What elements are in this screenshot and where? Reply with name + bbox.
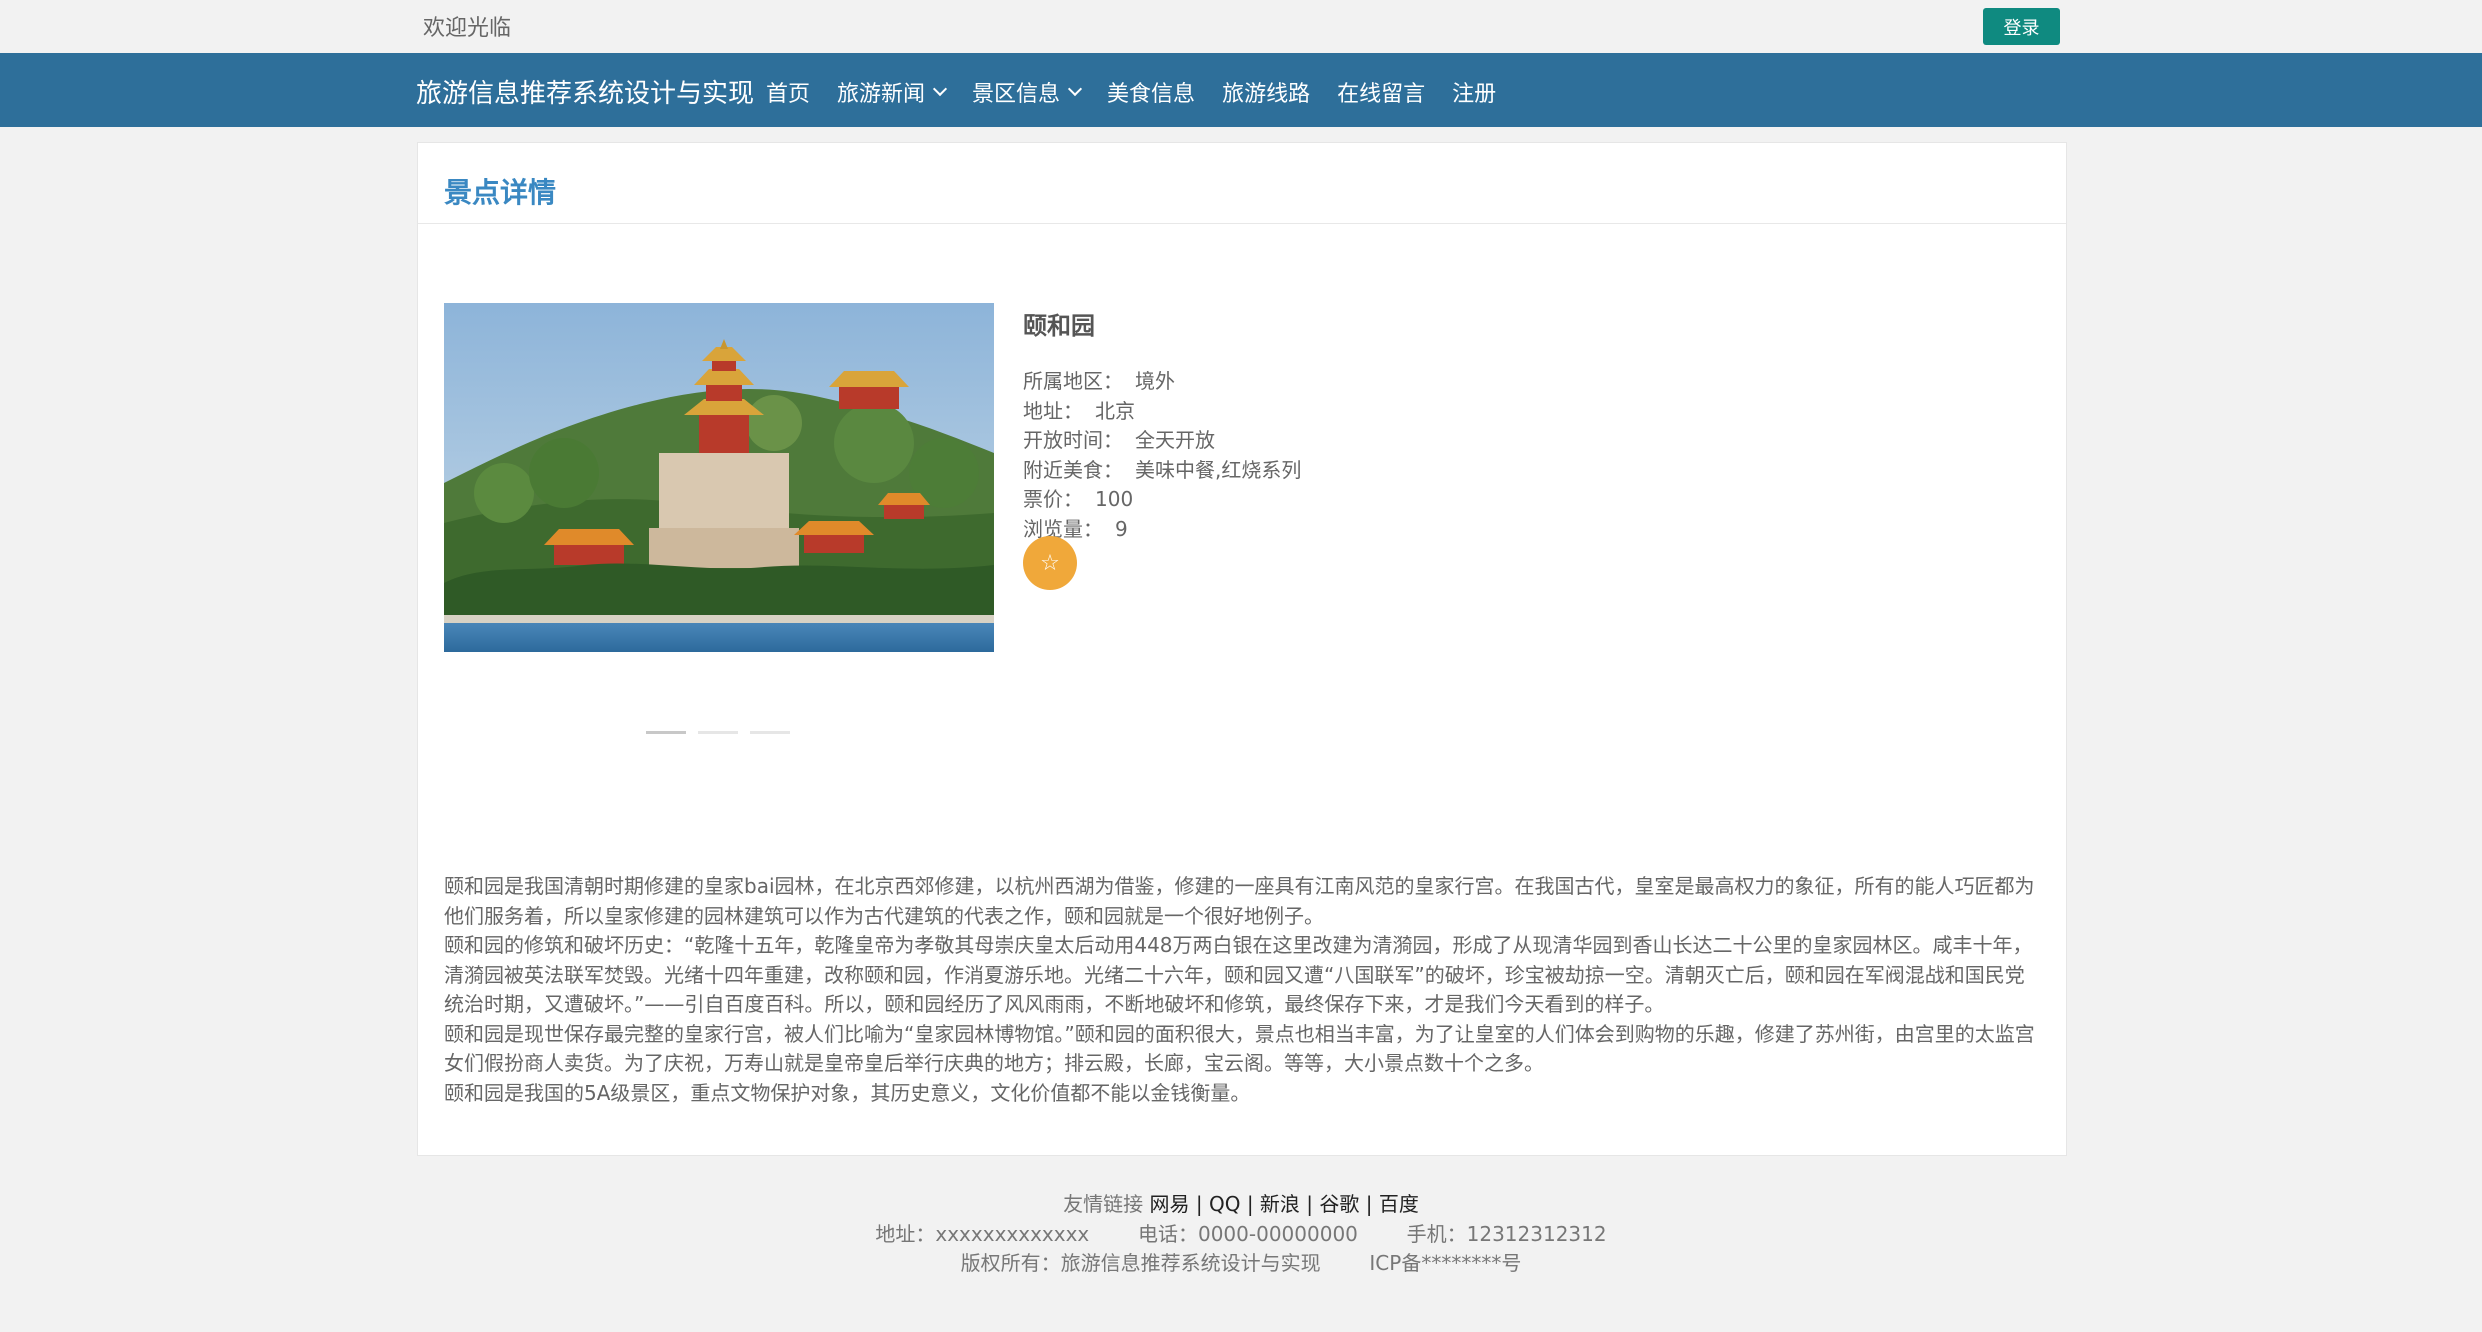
nav-item-register[interactable]: 注册 xyxy=(1452,76,1496,108)
description-paragraph: 颐和园的修筑和破坏历史：“乾隆十五年，乾隆皇帝为孝敬其母崇庆皇太后动用448万两… xyxy=(444,933,2033,1016)
nav-item-travel-routes[interactable]: 旅游线路 xyxy=(1222,76,1310,108)
nav-menu: 首页 旅游新闻 景区信息 美食信息 旅游线路 在线留言 注册 xyxy=(766,76,1523,108)
scenic-photo[interactable] xyxy=(444,303,994,652)
description-paragraph: 颐和园是我国清朝时期修建的皇家bai园林，在北京西郊修建，以杭州西湖为借鉴，修建… xyxy=(444,874,2035,928)
chevron-down-icon xyxy=(932,81,948,97)
detail-card: 景点详情 颐和园 所属地区： 境外 地址： 北京 开放时间： 全天开放 附近美食… xyxy=(417,142,2067,1156)
footer-copyright: 版权所有：旅游信息推荐系统设计与实现 xyxy=(960,1251,1321,1275)
contact-info: 地址：xxxxxxxxxxxxx 电话：0000-00000000 手机：123… xyxy=(0,1220,2482,1250)
scenic-name: 颐和园 xyxy=(1023,312,1095,340)
site-brand[interactable]: 旅游信息推荐系统设计与实现 xyxy=(416,73,754,110)
friend-links: 友情链接 网易 | QQ | 新浪 | 谷歌 | 百度 xyxy=(1063,1192,1419,1216)
link-qq[interactable]: QQ xyxy=(1209,1192,1240,1216)
link-netease[interactable]: 网易 xyxy=(1150,1192,1190,1216)
page-title: 景点详情 xyxy=(444,176,557,209)
footer-phone: 电话：0000-00000000 xyxy=(1137,1221,1358,1246)
login-button[interactable]: 登录 xyxy=(1983,8,2060,45)
footer-address: 地址：xxxxxxxxxxxxx xyxy=(875,1221,1090,1246)
carousel-dot[interactable] xyxy=(646,731,686,734)
footer: 友情链接 网易 | QQ | 新浪 | 谷歌 | 百度 地址：xxxxxxxxx… xyxy=(0,1190,2482,1279)
link-baidu[interactable]: 百度 xyxy=(1379,1192,1419,1216)
copyright-info: 版权所有：旅游信息推荐系统设计与实现 ICP备********号 xyxy=(0,1249,2482,1279)
nav-item-messages[interactable]: 在线留言 xyxy=(1337,76,1425,108)
description-paragraph: 颐和园是现世保存最完整的皇家行宫，被人们比喻为“皇家园林博物馆。”颐和园的面积很… xyxy=(444,1021,2035,1076)
carousel-dot[interactable] xyxy=(750,731,790,734)
scenic-description: 颐和园是我国清朝时期修建的皇家bai园林，在北京西郊修建，以杭州西湖为借鉴，修建… xyxy=(444,872,2044,1108)
nav-item-food-info[interactable]: 美食信息 xyxy=(1107,76,1195,108)
welcome-text: 欢迎光临 xyxy=(423,16,512,41)
nav-item-home[interactable]: 首页 xyxy=(766,76,810,108)
footer-icp: ICP备********号 xyxy=(1369,1251,1522,1275)
carousel-dot[interactable] xyxy=(698,731,738,734)
field-nearby-food: 附近美食： 美味中餐,红烧系列 xyxy=(1023,457,1302,482)
carousel-indicators xyxy=(646,731,790,734)
top-bar: 欢迎光临 登录 xyxy=(0,0,2482,53)
star-outline-icon: ☆ xyxy=(1040,550,1060,576)
divider xyxy=(418,223,2066,224)
link-sina[interactable]: 新浪 xyxy=(1260,1192,1300,1216)
footer-mobile: 手机：12312312312 xyxy=(1406,1221,1607,1246)
field-address: 地址： 北京 xyxy=(1023,398,1135,423)
friend-links-label: 友情链接 xyxy=(1063,1192,1144,1216)
field-ticket-price: 票价： 100 xyxy=(1023,487,1134,511)
chevron-down-icon xyxy=(1067,81,1083,97)
scenic-info: 颐和园 所属地区： 境外 地址： 北京 开放时间： 全天开放 附近美食： 美味中餐,红烧… xyxy=(1023,303,1302,590)
nav-item-travel-news[interactable]: 旅游新闻 xyxy=(837,76,948,108)
favorite-button[interactable]: ☆ xyxy=(1023,536,1077,590)
description-paragraph: 颐和园是我国的5A级景区，重点文物保护对象，其历史意义，文化价值都不能以金钱衡量… xyxy=(444,1080,1251,1105)
field-region: 所属地区： 境外 xyxy=(1023,369,1175,393)
main-navbar: 旅游信息推荐系统设计与实现 首页 旅游新闻 景区信息 美食信息 旅游线路 在线留… xyxy=(0,53,2482,127)
link-google[interactable]: 谷歌 xyxy=(1319,1192,1359,1216)
nav-item-scenic-info[interactable]: 景区信息 xyxy=(972,76,1083,108)
field-opening-hours: 开放时间： 全天开放 xyxy=(1023,428,1215,452)
